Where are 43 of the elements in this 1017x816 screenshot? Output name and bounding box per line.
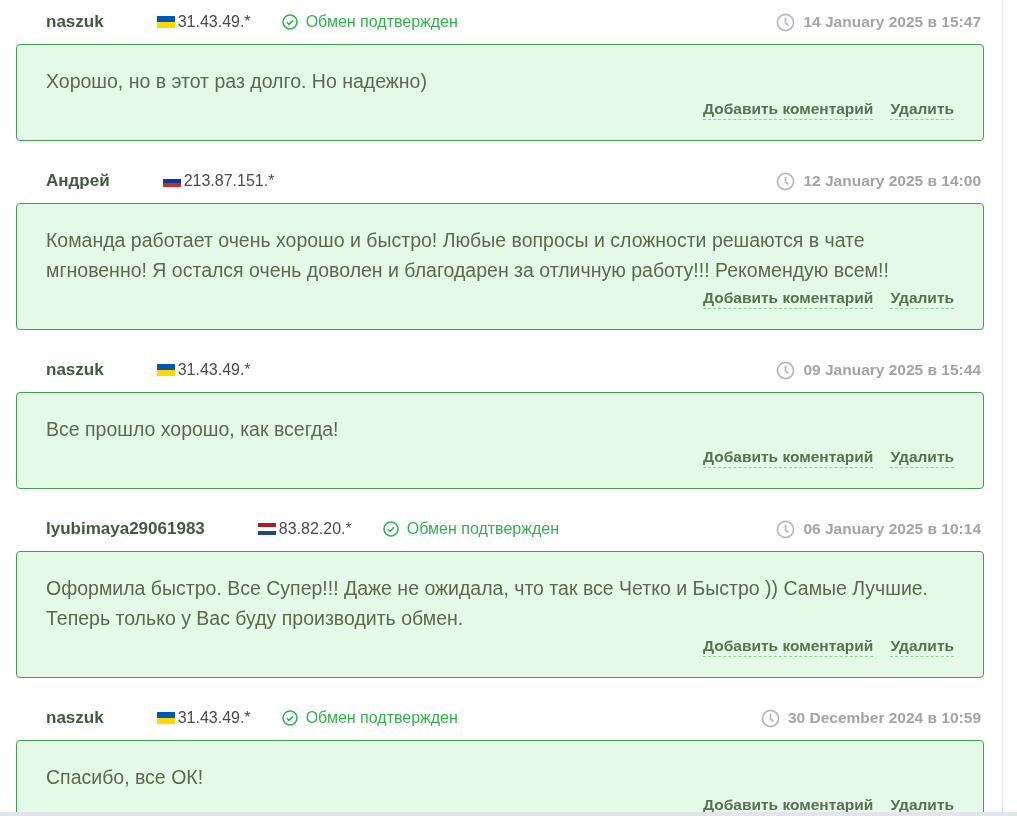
ip-address: 213.87.151.*	[183, 172, 275, 190]
review-date: 06 January 2025 в 10:14	[803, 520, 981, 538]
add-comment-link[interactable]: Добавить коментарий	[703, 447, 874, 468]
flag-icon	[257, 523, 276, 535]
delete-link[interactable]: Удалить	[890, 636, 954, 657]
review-text: Все прошло хорошо, как всегда!	[46, 417, 340, 442]
review-text: Спасибо, все ОК!	[46, 765, 205, 790]
add-comment-link[interactable]: Добавить коментарий	[703, 99, 874, 120]
add-comment-link[interactable]: Добавить коментарий	[703, 288, 874, 309]
author-name: naszuk	[46, 708, 104, 728]
review-date: 30 December 2024 в 10:59	[787, 709, 981, 727]
status-label: Обмен подтвержден	[305, 13, 458, 31]
review-date: 12 January 2025 в 14:00	[803, 172, 981, 190]
delete-link[interactable]: Удалить	[890, 288, 954, 309]
ip-address: 83.82.20.*	[278, 520, 352, 538]
review-text: Команда работает очень хорошо и быстро! Любые вопросы и сложности решаются в чате мгновенно! Я остался очень доволен и благодарен за отличную работу!!! Рекомендую всем!!	[46, 228, 890, 283]
ip-address: 31.43.49.*	[177, 361, 251, 379]
ip-address: 31.43.49.*	[177, 13, 251, 31]
author-name: Андрей	[46, 171, 110, 191]
clock-icon	[760, 708, 780, 728]
status-label: Обмен подтвержден	[406, 520, 559, 538]
ip-address: 31.43.49.*	[177, 709, 251, 727]
status-label: Обмен подтвержден	[305, 709, 458, 727]
delete-link[interactable]: Удалить	[890, 99, 954, 120]
delete-link[interactable]: Удалить	[890, 447, 954, 468]
review-date: 09 January 2025 в 15:44	[803, 361, 981, 379]
author-name: naszuk	[46, 12, 104, 32]
check-circle-icon	[281, 14, 298, 30]
clock-icon	[776, 12, 796, 32]
clock-icon	[776, 519, 796, 539]
check-circle-icon	[281, 710, 298, 726]
check-circle-icon	[382, 521, 399, 537]
add-comment-link[interactable]: Добавить коментарий	[703, 636, 874, 657]
flag-icon	[156, 712, 175, 724]
clock-icon	[776, 360, 796, 380]
clock-icon	[776, 171, 796, 191]
flag-icon	[156, 16, 175, 28]
author-name: naszuk	[46, 360, 104, 380]
flag-icon	[156, 364, 175, 376]
review-text: Хорошо, но в этот раз долго. Но надежно)	[46, 69, 428, 94]
review-date: 14 January 2025 в 15:47	[803, 13, 981, 31]
review-text: Оформила быстро. Все Супер!!! Даже не ожидала, что так все Четко и Быстро )) Самые Лучшие. Теперь только у Вас буду производить обмен.	[46, 576, 930, 631]
author-name: lyubimaya29061983	[46, 519, 205, 539]
